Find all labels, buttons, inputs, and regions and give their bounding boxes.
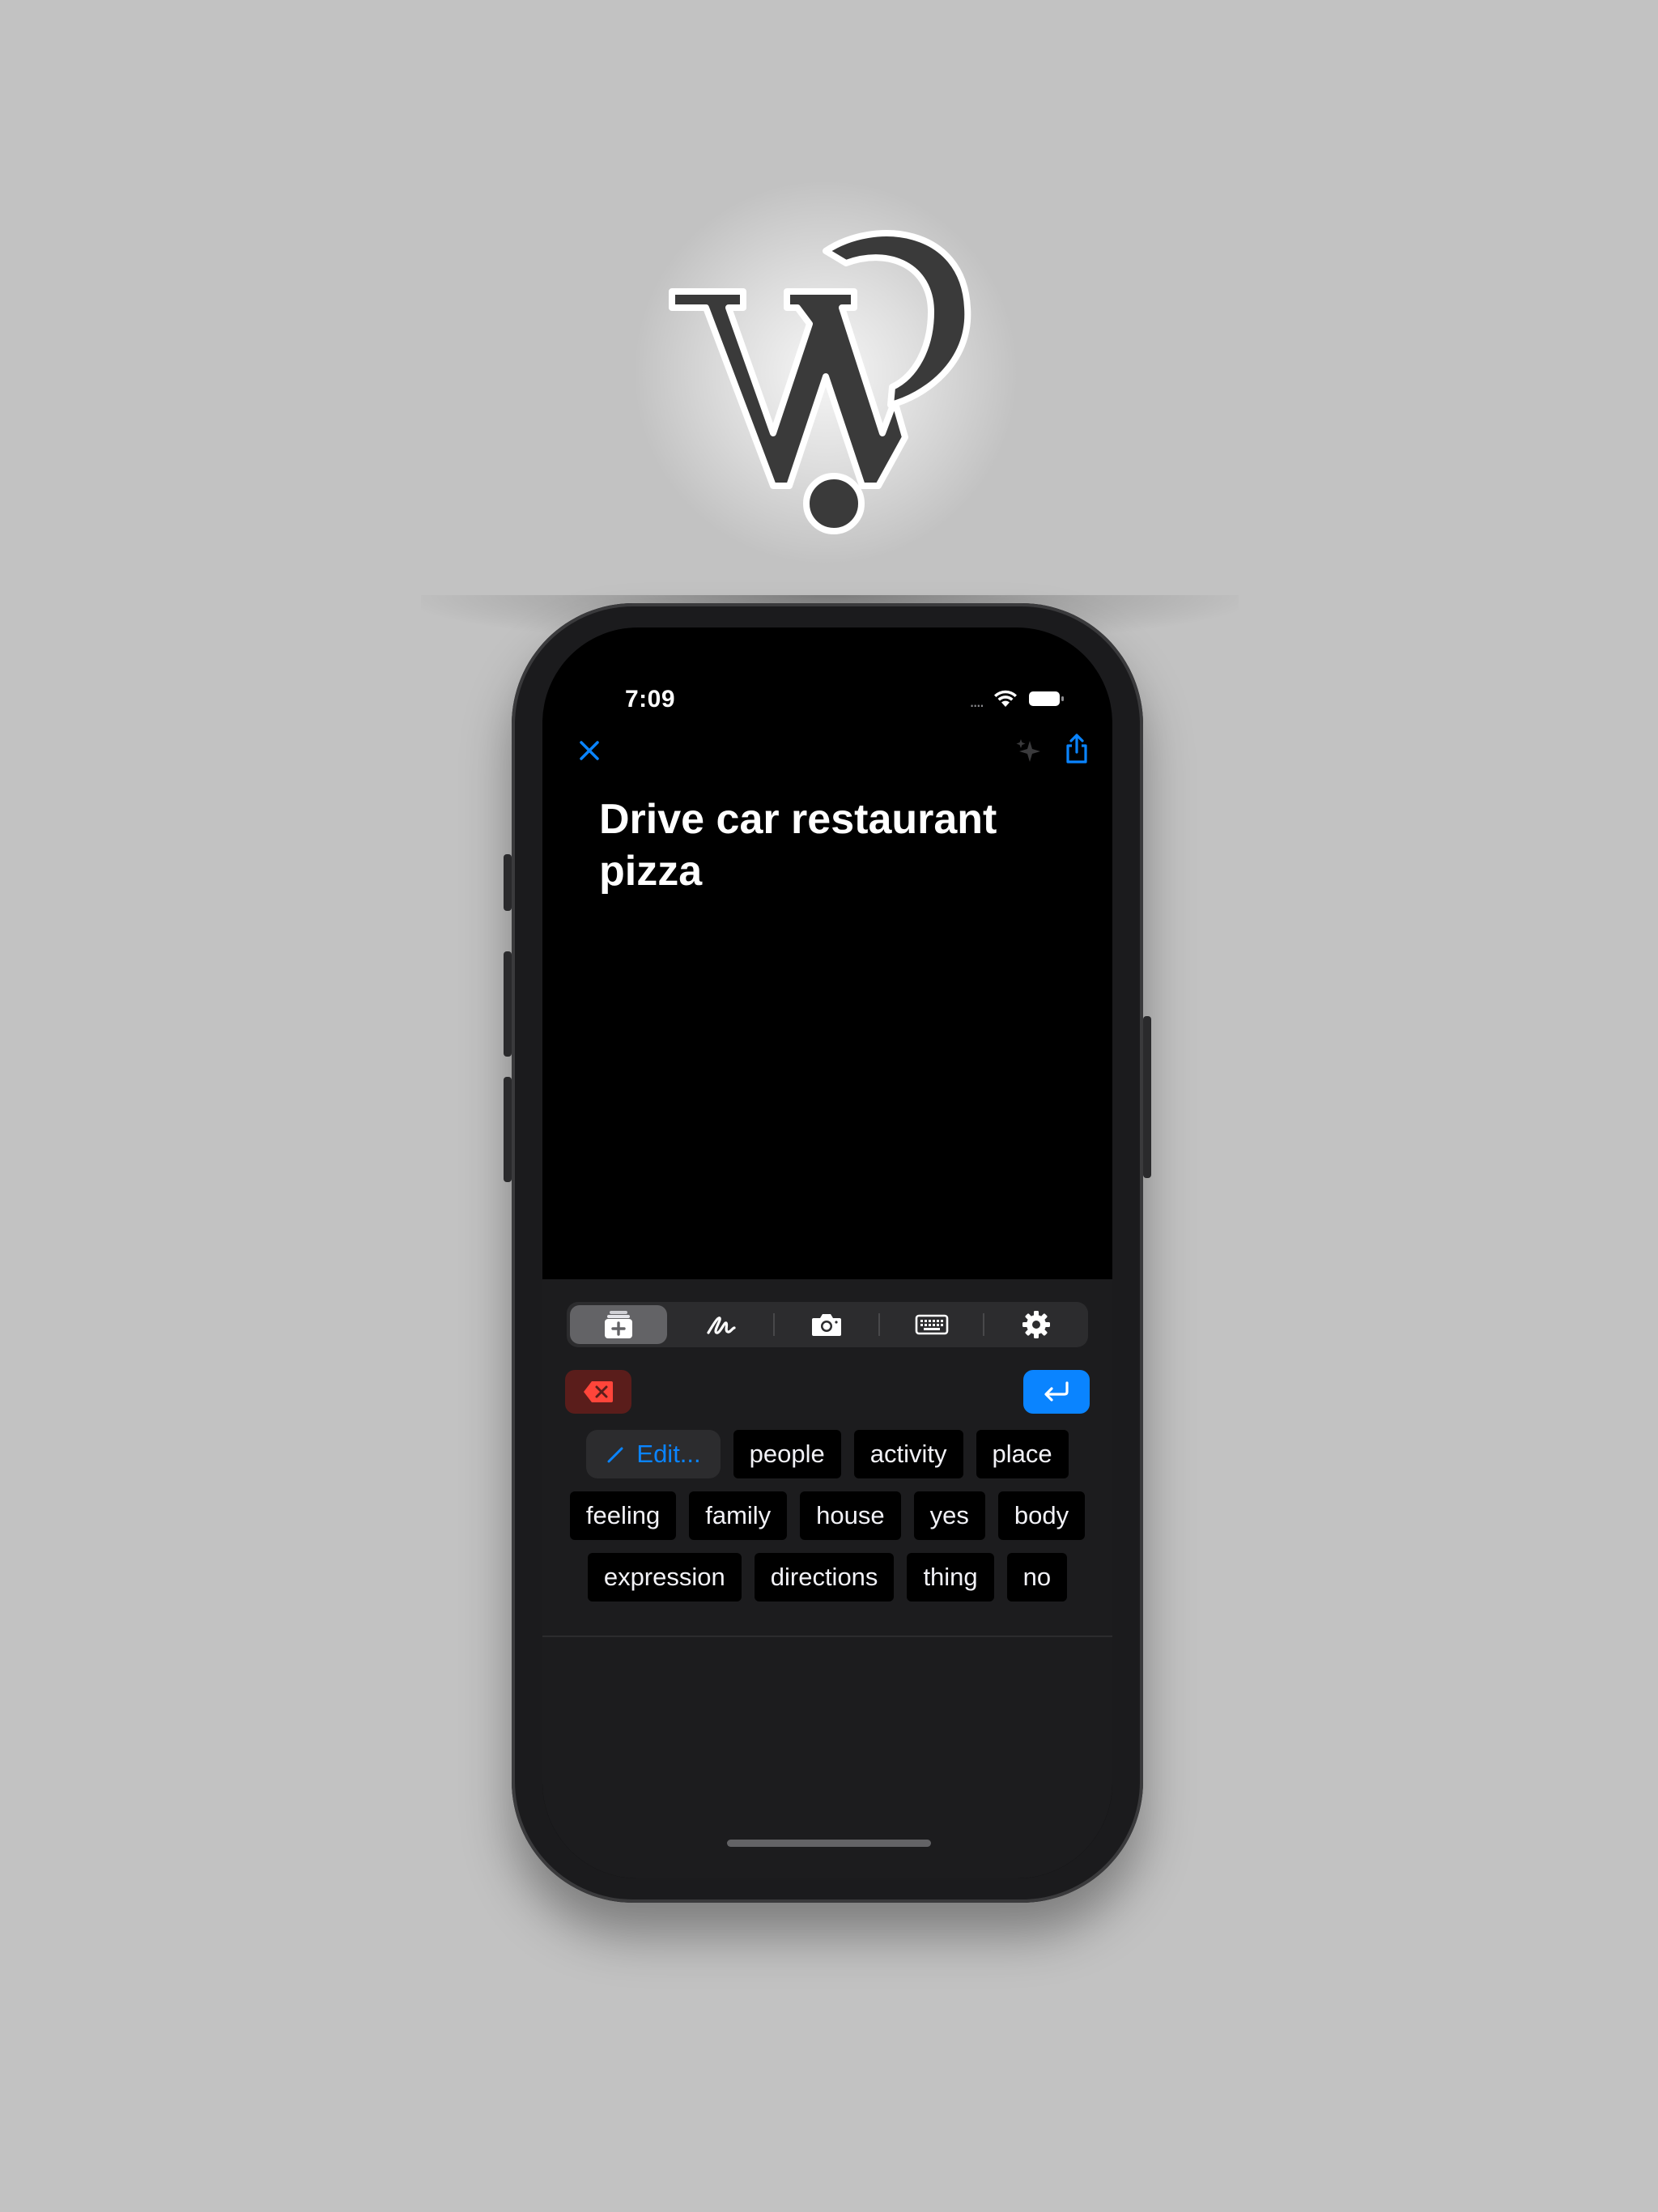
wq-question-logo-icon [669, 230, 971, 534]
tab-separator [983, 1313, 985, 1336]
word-chip[interactable]: people [733, 1430, 841, 1478]
close-button[interactable] [565, 726, 614, 775]
tab-camera[interactable] [778, 1305, 875, 1344]
sparkle-button[interactable] [1004, 726, 1052, 775]
word-chip[interactable]: body [997, 1491, 1086, 1540]
home-indicator[interactable] [727, 1840, 931, 1847]
word-chip[interactable]: directions [754, 1553, 895, 1602]
word-chip[interactable]: no [1006, 1553, 1068, 1602]
panel-divider [542, 1636, 1112, 1637]
tab-word-cards[interactable] [570, 1305, 667, 1344]
close-icon [580, 741, 599, 760]
tab-separator [878, 1313, 880, 1336]
word-chip[interactable]: activity [853, 1430, 963, 1478]
handwriting-icon [707, 1317, 736, 1334]
share-icon [1066, 734, 1087, 764]
edit-chip[interactable]: Edit... [586, 1430, 721, 1478]
word-row-3: expression directions thing no [542, 1553, 1112, 1602]
input-mode-tabs [567, 1302, 1088, 1347]
sparkle-icon [1016, 739, 1040, 762]
return-icon [1044, 1381, 1069, 1402]
enter-button[interactable] [1023, 1370, 1090, 1414]
word-chip[interactable]: house [800, 1491, 901, 1540]
power-button [1143, 1016, 1151, 1178]
sentence-text[interactable]: Drive car restaurant pizza [599, 793, 1069, 897]
word-chip[interactable]: feeling [569, 1491, 677, 1540]
word-row-1: Edit... people activity place [542, 1430, 1112, 1478]
word-chip[interactable]: thing [907, 1553, 994, 1602]
share-button[interactable] [1052, 723, 1101, 775]
tab-keyboard[interactable] [883, 1305, 980, 1344]
wifi-icon [994, 690, 1017, 707]
edit-chip-label: Edit... [636, 1440, 701, 1468]
battery-icon [1029, 691, 1064, 706]
signal-dots: .... [969, 691, 985, 711]
keyboard-icon [915, 1314, 948, 1335]
word-chip[interactable]: expression [587, 1553, 742, 1602]
delete-button[interactable] [565, 1370, 631, 1414]
volume-down-button [504, 1077, 512, 1182]
delete-backward-icon [584, 1381, 613, 1402]
word-row-2: feeling family house yes body [542, 1491, 1112, 1540]
gear-icon [1022, 1311, 1051, 1338]
word-chip[interactable]: yes [913, 1491, 985, 1540]
status-time: 7:09 [625, 686, 676, 713]
status-icons: .... [970, 686, 1065, 712]
stage: 7:09 .... Drive car restaurant pizza Edi… [0, 0, 1658, 2212]
input-panel: Edit... people activity place feeling fa… [542, 1279, 1112, 1878]
word-cards-icon [604, 1311, 632, 1338]
word-chip[interactable]: place [976, 1430, 1069, 1478]
phone-frame: 7:09 .... Drive car restaurant pizza Edi… [504, 603, 1151, 1903]
tab-handwriting[interactable] [674, 1305, 771, 1344]
tab-settings[interactable] [988, 1305, 1085, 1344]
mute-switch [504, 854, 512, 911]
word-chip[interactable]: family [689, 1491, 788, 1540]
phone-screen: 7:09 .... Drive car restaurant pizza Edi… [542, 627, 1112, 1878]
volume-up-button [504, 951, 512, 1057]
camera-icon [811, 1314, 841, 1336]
tab-separator [773, 1313, 776, 1336]
pencil-icon [607, 1447, 623, 1463]
